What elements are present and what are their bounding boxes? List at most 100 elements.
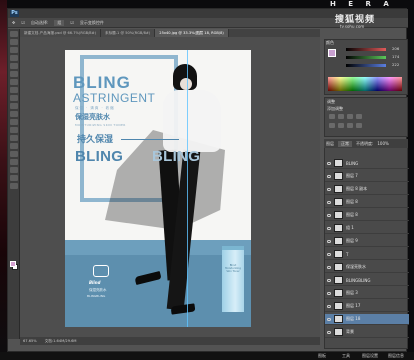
opacity-label: 不透明度: xyxy=(356,140,374,146)
visibility-eye-icon[interactable] xyxy=(327,239,331,243)
layer-row[interactable]: 图层 7 xyxy=(325,171,409,182)
visibility-eye-icon[interactable] xyxy=(327,317,331,321)
hand-tool-icon[interactable] xyxy=(9,175,18,181)
visibility-eye-icon[interactable] xyxy=(327,330,331,334)
visibility-eye-icon[interactable] xyxy=(327,161,331,165)
layer-thumbnail xyxy=(334,211,343,219)
layer-name: BLINGBLING xyxy=(346,277,371,283)
visibility-eye-icon[interactable] xyxy=(327,226,331,230)
auto-select-dropdown[interactable]: 组 xyxy=(54,19,65,26)
doc-tab-2[interactable]: 未标题-1 @ 50%(RGB/8#) xyxy=(100,29,156,37)
layer-row[interactable]: 图层 8 xyxy=(325,197,409,208)
gradient-tool-icon[interactable] xyxy=(9,119,18,125)
taskbar-item-2[interactable]: 工具 xyxy=(342,353,350,359)
layer-row[interactable]: 图层 17 xyxy=(325,301,409,312)
visibility-eye-icon[interactable] xyxy=(327,252,331,256)
visibility-eye-icon[interactable] xyxy=(327,213,331,217)
layer-row[interactable]: BLING xyxy=(325,158,409,169)
color-panel-fg-chip[interactable] xyxy=(328,49,336,57)
taskbar-item-4[interactable]: 图层信息 xyxy=(388,353,404,359)
photo-filter-adjust-icon[interactable] xyxy=(356,123,362,128)
layer-row[interactable]: 图层 8 xyxy=(325,210,409,221)
photoshop-window: Ps ✥ ☑ 自动选择: 组 ☑ 显示变换控件 新建文档-产品海报.psd @ … xyxy=(7,8,409,352)
blue-slider[interactable] xyxy=(346,64,386,67)
levels-adjust-icon[interactable] xyxy=(338,114,344,119)
curves-adjust-icon[interactable] xyxy=(347,114,353,119)
visibility-eye-icon[interactable] xyxy=(327,291,331,295)
green-slider[interactable] xyxy=(346,56,386,59)
pen-tool-icon[interactable] xyxy=(9,143,18,149)
red-slider[interactable] xyxy=(346,48,386,51)
layer-thumbnail xyxy=(334,302,343,310)
exposure-adjust-icon[interactable] xyxy=(356,114,362,119)
taskbar-item-3[interactable]: 图层设置 xyxy=(362,353,378,359)
layer-name: 图层 8 xyxy=(346,199,358,204)
layer-thumbnail xyxy=(334,276,343,284)
blur-tool-icon[interactable] xyxy=(9,127,18,133)
blend-mode-select[interactable]: 正常 xyxy=(338,140,352,147)
healing-brush-tool-icon[interactable] xyxy=(9,79,18,85)
layers-tab[interactable]: 图层 xyxy=(326,141,334,147)
taskbar-item-1[interactable]: 图板 xyxy=(318,353,326,359)
zoom-tool-icon[interactable] xyxy=(9,183,18,189)
layer-row[interactable]: 组 1 xyxy=(325,223,409,234)
foreground-color-swatch[interactable] xyxy=(10,261,16,267)
color-balance-adjust-icon[interactable] xyxy=(338,123,344,128)
hue-adjust-icon[interactable] xyxy=(329,123,335,128)
brightness-adjust-icon[interactable] xyxy=(329,114,335,119)
move-tool-icon[interactable] xyxy=(9,31,18,37)
green-value[interactable]: 174 xyxy=(392,54,399,59)
layer-row[interactable]: BLINGBLING xyxy=(325,275,409,286)
brush-tool-icon[interactable] xyxy=(9,87,18,93)
poster-canvas[interactable]: BLING ASTRINGENT 保湿 · 清爽 · 收缩 保湿亮肤水 MOIS… xyxy=(65,50,251,327)
visibility-eye-icon[interactable] xyxy=(327,278,331,282)
visibility-eye-icon[interactable] xyxy=(327,304,331,308)
bw-adjust-icon[interactable] xyxy=(347,123,353,128)
clone-stamp-tool-icon[interactable] xyxy=(9,95,18,101)
dodge-tool-icon[interactable] xyxy=(9,135,18,141)
layer-thumbnail xyxy=(334,289,343,297)
show-transform-label: 显示变换控件 xyxy=(79,19,104,25)
poster-bling-b: BLING xyxy=(152,148,201,165)
layer-thumbnail xyxy=(334,185,343,193)
adjustments-title[interactable]: 调整 xyxy=(327,99,335,105)
layer-row[interactable]: 图层 8 副本 xyxy=(325,184,409,195)
eraser-tool-icon[interactable] xyxy=(9,111,18,117)
crop-tool-icon[interactable] xyxy=(9,63,18,69)
tools-panel xyxy=(8,29,20,339)
auto-select-checkbox[interactable]: ☑ xyxy=(21,20,25,25)
opacity-value[interactable]: 100% xyxy=(377,141,388,146)
layer-row[interactable]: 图层 3 xyxy=(325,288,409,299)
eyedropper-tool-icon[interactable] xyxy=(9,71,18,77)
color-panel-tab[interactable]: 颜色 xyxy=(326,40,334,46)
path-select-tool-icon[interactable] xyxy=(9,159,18,165)
layer-row[interactable]: 保湿亮肤水 xyxy=(325,262,409,273)
lasso-tool-icon[interactable] xyxy=(9,47,18,53)
show-transform-checkbox[interactable]: ☑ xyxy=(70,20,74,25)
history-brush-tool-icon[interactable] xyxy=(9,103,18,109)
quick-select-tool-icon[interactable] xyxy=(9,55,18,61)
doc-tab-1[interactable]: 新建文档-产品海报.psd @ 66.7%(RGB/8#) xyxy=(20,29,101,37)
bottom-taskbar xyxy=(0,352,414,360)
status-bar: 67.65% 文档:1.64M/29.6M xyxy=(20,337,320,345)
type-tool-icon[interactable] xyxy=(9,151,18,157)
visibility-eye-icon[interactable] xyxy=(327,200,331,204)
poster-divider xyxy=(121,139,179,140)
blue-value[interactable]: 222 xyxy=(392,62,399,67)
zoom-level[interactable]: 67.65% xyxy=(23,339,37,343)
vertical-guide[interactable] xyxy=(187,50,188,327)
visibility-eye-icon[interactable] xyxy=(327,265,331,269)
visibility-eye-icon[interactable] xyxy=(327,187,331,191)
layer-row[interactable]: 图层 9 xyxy=(325,236,409,247)
doc-tab-3[interactable]: 25x40.jpg @ 33.3%(图层 18, RGB/8) xyxy=(155,29,229,37)
layer-row[interactable]: T xyxy=(325,249,409,260)
layer-row[interactable]: 图层 18 xyxy=(325,314,409,325)
marquee-tool-icon[interactable] xyxy=(9,39,18,45)
shape-tool-icon[interactable] xyxy=(9,167,18,173)
poster-lasting-cn: 持久保湿 xyxy=(77,135,114,145)
layer-row[interactable]: 背景 xyxy=(325,327,409,338)
move-tool-icon[interactable]: ✥ xyxy=(12,20,15,25)
red-value[interactable]: 206 xyxy=(392,46,399,51)
color-ramp-shade xyxy=(328,77,402,91)
visibility-eye-icon[interactable] xyxy=(327,174,331,178)
